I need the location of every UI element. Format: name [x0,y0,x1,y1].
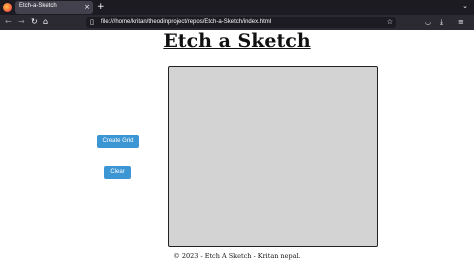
file-icon: ▯ [90,18,94,26]
url-text[interactable]: file:///home/kritan/theodinproject/repos… [101,18,271,27]
tab-bar: Etch-a-Sketch × + ⌄ [0,0,474,15]
chevron-down-icon[interactable]: ⌄ [462,2,468,10]
create-grid-button[interactable]: Create Grid [97,135,139,148]
star-icon[interactable]: ☆ [387,17,393,28]
new-tab-icon[interactable]: + [97,1,105,13]
downloads-icon[interactable]: ⤓ [440,16,443,28]
home-icon[interactable]: ⌂ [43,16,48,28]
close-icon[interactable]: × [84,2,90,12]
tab-etch-a-sketch[interactable]: Etch-a-Sketch × [15,1,93,14]
menu-icon[interactable]: ≡ [458,16,464,28]
url-bar[interactable]: ▯ file:///home/kritan/theodinproject/rep… [86,17,396,28]
pocket-icon[interactable]: ◡ [425,16,431,28]
firefox-logo-icon[interactable] [3,3,12,12]
clear-button[interactable]: Clear [104,166,131,179]
sketch-grid[interactable] [168,66,378,247]
nav-bar: ← → ↻ ⌂ ▯ file:///home/kritan/theodinpro… [0,15,474,30]
back-icon[interactable]: ← [5,16,12,28]
footer-text: © 2023 - Etch A Sketch - Kritan nepal. [173,252,301,260]
page-title: Etch a Sketch [163,30,311,52]
forward-icon[interactable]: → [18,16,25,28]
reload-icon[interactable]: ↻ [31,16,38,28]
tab-title: Etch-a-Sketch [19,3,57,9]
